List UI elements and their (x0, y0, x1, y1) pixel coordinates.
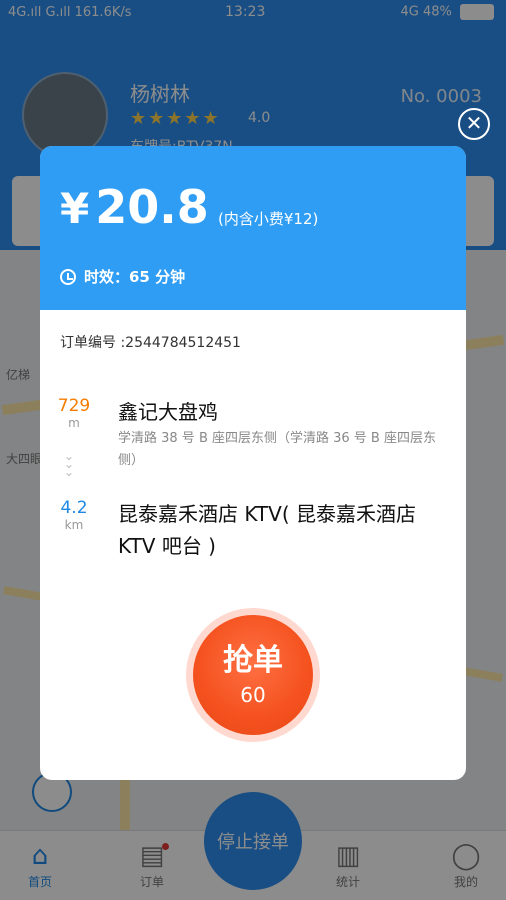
grab-order-label: 抢单 (223, 643, 283, 678)
order-number: 订单编号 :2544784512451 (60, 335, 241, 351)
pickup-place: 鑫记大盘鸡 学清路 38 号 B 座四层东侧（学清路 36 号 B 座四层东侧） (118, 396, 450, 472)
order-modal: ¥20.8 (内含小费¥12) 时效：65 分钟 订单编号 :254478451… (40, 146, 466, 780)
tip-note: (内含小费¥12) (218, 210, 319, 228)
pickup-distance: 729 m (52, 396, 96, 430)
pickup-distance-unit: m (68, 416, 80, 430)
duration-row: 时效：65 分钟 (60, 266, 185, 287)
grab-order-inner[interactable]: 抢单 60 (193, 615, 313, 735)
currency-symbol: ¥ (60, 184, 90, 233)
dropoff-distance-unit: km (64, 518, 84, 532)
duration-text: 时效：65 分钟 (84, 268, 186, 286)
order-header: ¥20.8 (内含小费¥12) 时效：65 分钟 (40, 146, 466, 310)
pickup-distance-value: 729 (57, 396, 91, 416)
grab-order-button[interactable]: 抢单 60 (186, 608, 320, 742)
pickup-title: 鑫记大盘鸡 (118, 400, 218, 424)
price-value: 20.8 (95, 180, 209, 234)
dropoff-place: 昆泰嘉禾酒店 KTV( 昆泰嘉禾酒店 KTV 吧台 ) (118, 498, 450, 562)
chevron-down-icon: ⌄ ⌄ ⌄ (64, 449, 75, 479)
grab-order-countdown: 60 (240, 683, 266, 707)
pickup-address: 学清路 38 号 B 座四层东侧（学清路 36 号 B 座四层东侧） (118, 431, 436, 468)
order-price: ¥20.8 (60, 180, 209, 234)
clock-icon (60, 268, 76, 285)
dropoff-distance-value: 4.2 (60, 498, 88, 518)
close-icon[interactable]: ✕ (458, 108, 490, 140)
dropoff-distance: 4.2 km (52, 498, 96, 532)
dropoff-title: 昆泰嘉禾酒店 KTV( 昆泰嘉禾酒店 KTV 吧台 ) (118, 502, 416, 558)
